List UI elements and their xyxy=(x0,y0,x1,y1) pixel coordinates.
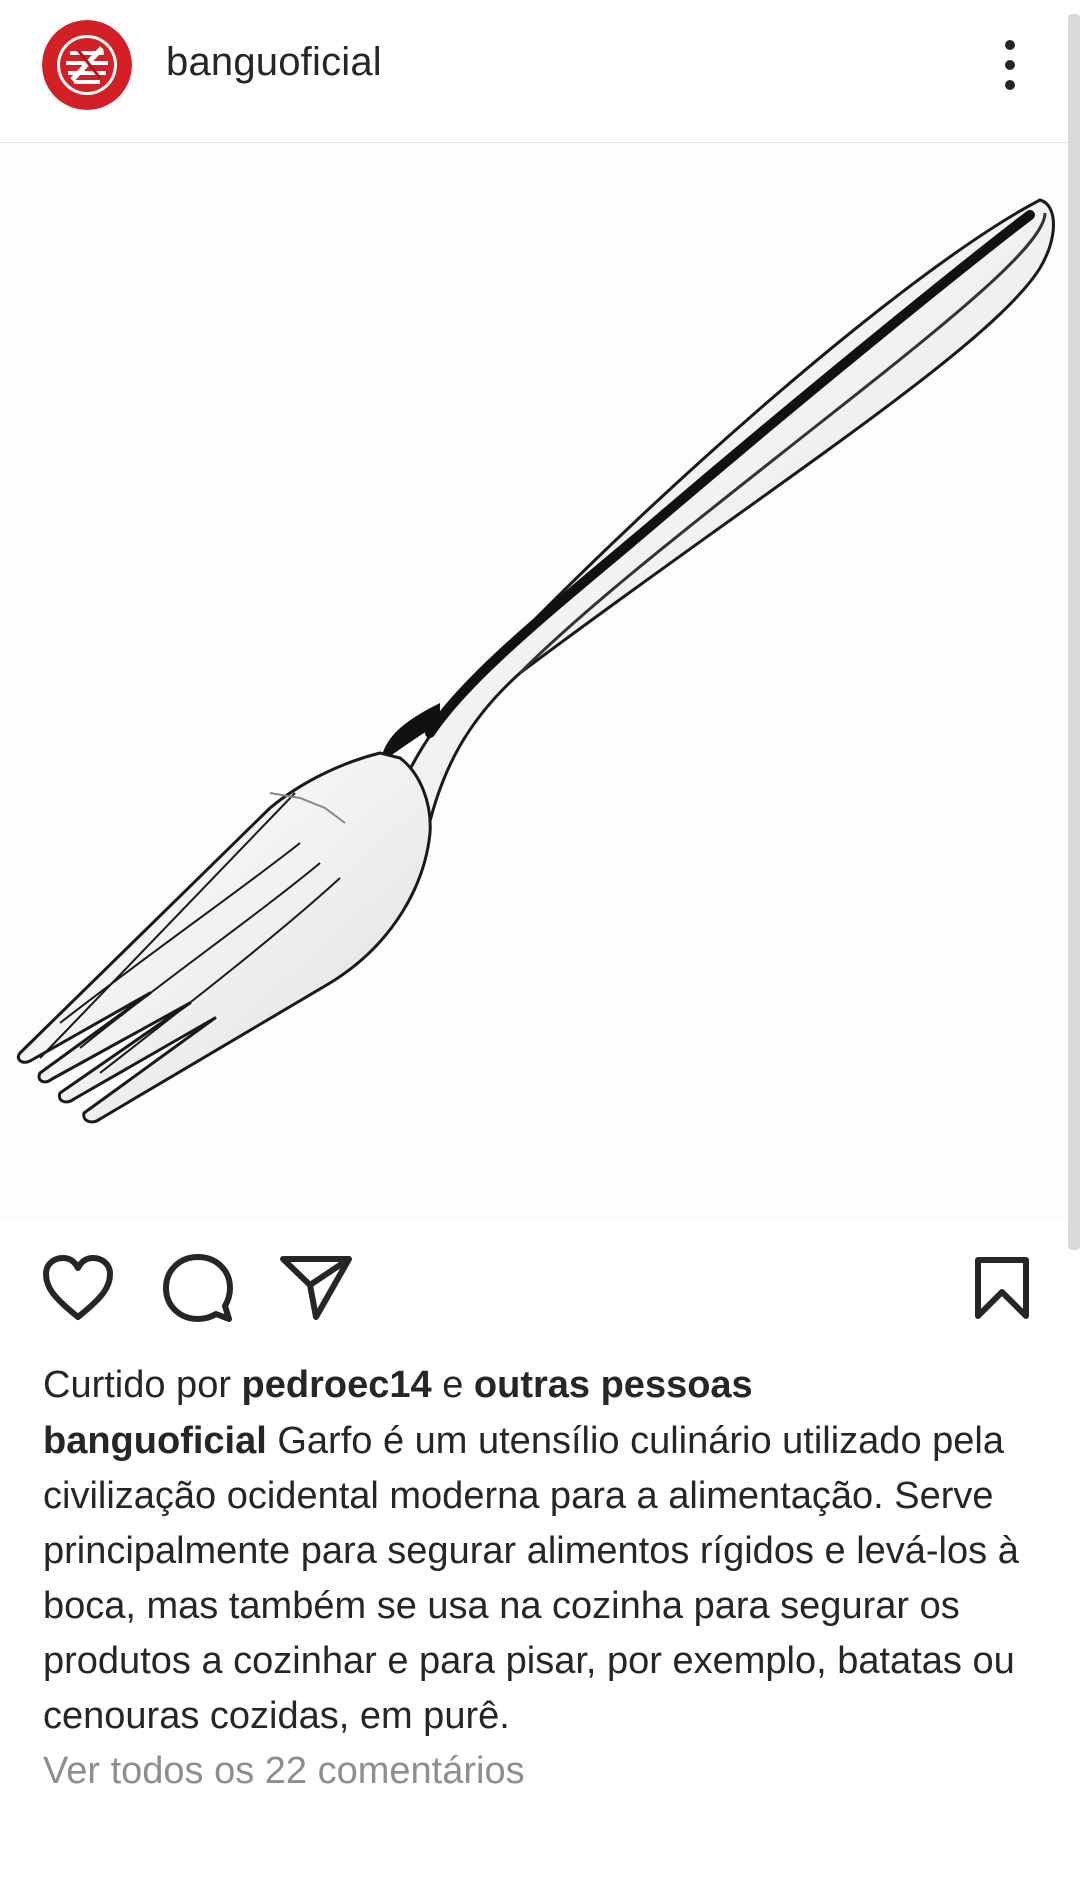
post-header: banguoficial xyxy=(0,0,1068,143)
caption-username[interactable]: banguoficial xyxy=(43,1420,267,1462)
more-vertical-icon[interactable] xyxy=(985,30,1035,100)
avatar[interactable] xyxy=(42,20,132,110)
bookmark-icon[interactable] xyxy=(964,1250,1040,1326)
likes-connector: e xyxy=(442,1364,464,1406)
fork-image xyxy=(0,143,1068,1220)
post-username[interactable]: banguoficial xyxy=(166,40,382,85)
view-comments-link[interactable]: Ver todos os 22 comentários xyxy=(43,1744,1043,1799)
likes-summary: Curtido por pedroec14 e outras pessoas xyxy=(43,1360,1043,1410)
scrollbar[interactable] xyxy=(1068,14,1080,1250)
comment-bubble-icon[interactable] xyxy=(160,1250,236,1326)
post-details: Curtido por pedroec14 e outras pessoas b… xyxy=(43,1360,1043,1799)
heart-icon[interactable] xyxy=(40,1250,116,1326)
post-image[interactable] xyxy=(0,143,1068,1220)
post-caption: banguoficial Garfo é um utensílio culiná… xyxy=(43,1414,1043,1744)
liked-by-user[interactable]: pedroec14 xyxy=(242,1364,432,1406)
post-actions xyxy=(0,1250,1068,1330)
likes-prefix: Curtido por xyxy=(43,1364,231,1406)
caption-text: Garfo é um utensílio culinário utilizado… xyxy=(43,1420,1019,1737)
paper-plane-icon[interactable] xyxy=(278,1250,354,1326)
likes-others-link[interactable]: outras pessoas xyxy=(474,1364,753,1406)
bangu-crest-logo xyxy=(42,20,132,110)
